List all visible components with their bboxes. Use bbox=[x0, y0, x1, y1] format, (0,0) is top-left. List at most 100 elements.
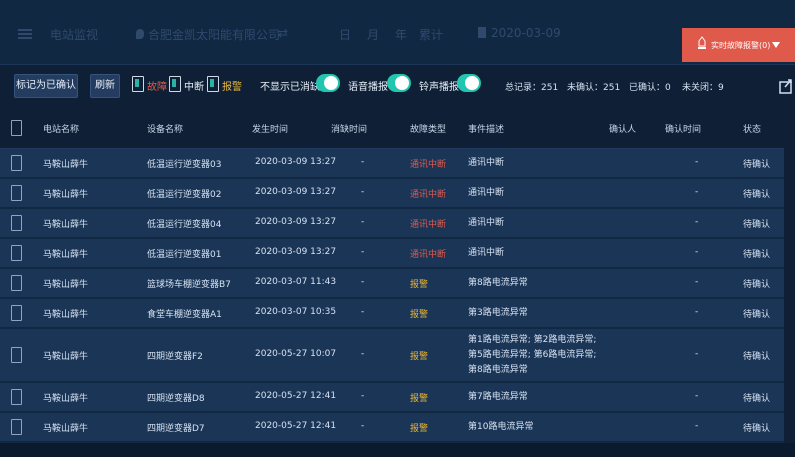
unconfirmed-count: 未确认：251 bbox=[567, 83, 621, 93]
swap-icon[interactable]: ⇄ bbox=[278, 26, 288, 40]
row-checkbox[interactable] bbox=[11, 185, 22, 201]
cell-fault-type: 通讯中断 bbox=[410, 190, 447, 200]
period-year[interactable]: 年 bbox=[395, 26, 407, 43]
chevron-down-icon bbox=[772, 42, 780, 48]
period-total[interactable]: 累计 bbox=[419, 26, 443, 43]
header-device[interactable]: 设备名称 bbox=[147, 122, 183, 135]
cell-station: 马鞍山薛牛 bbox=[43, 190, 89, 200]
cell-event-desc: 通讯中断 bbox=[468, 246, 504, 261]
row-checkbox[interactable] bbox=[11, 389, 22, 405]
unclosed-count: 未关闭：9 bbox=[682, 83, 724, 93]
header-status[interactable]: 状态 bbox=[743, 122, 761, 135]
period-day[interactable]: 日 bbox=[339, 26, 351, 43]
event-desc-line: 通讯中断 bbox=[468, 247, 505, 258]
event-desc-line: 第1路电流异常; 第2路电流异常; bbox=[468, 334, 597, 345]
alarm-checkbox[interactable] bbox=[207, 76, 219, 92]
cell-eliminate-time: - bbox=[361, 307, 365, 317]
cell-eliminate-time: - bbox=[361, 217, 365, 227]
select-all-checkbox[interactable] bbox=[11, 120, 22, 136]
sound-broadcast-label: 铃声播报 bbox=[419, 82, 459, 93]
table-row[interactable]: 马鞍山薛牛 篮球场车棚逆变器B7 2020-03-07 11:43 - 报警 - 待确认 第8… bbox=[0, 269, 784, 299]
event-desc-line: 第8路电流异常 bbox=[468, 364, 528, 375]
cell-event-desc: 第10路电流异常 bbox=[468, 420, 533, 435]
cell-time: 2020-03-09 13:27 bbox=[255, 157, 337, 167]
event-desc-line: 通讯中断 bbox=[468, 217, 505, 228]
row-checkbox[interactable] bbox=[11, 155, 22, 171]
cell-event-desc: 第8路电流异常 bbox=[468, 276, 528, 291]
voice-broadcast-toggle[interactable] bbox=[387, 74, 411, 92]
header-station[interactable]: 电站名称 bbox=[43, 122, 79, 135]
voice-broadcast-label: 语音播报 bbox=[348, 82, 388, 93]
cell-status: 待确认 bbox=[743, 424, 771, 434]
header-confirmer[interactable]: 确认人 bbox=[609, 122, 636, 135]
table-row[interactable]: 马鞍山薛牛 低温运行逆变器01 2020-03-09 13:27 - 通讯中断 - 待确认 通… bbox=[0, 239, 784, 269]
table-row[interactable]: 马鞍山薛牛 食堂车棚逆变器A1 2020-03-07 10:35 - 报警 - 待确认 第3路… bbox=[0, 299, 784, 329]
row-checkbox[interactable] bbox=[11, 275, 22, 291]
cell-time: 2020-05-27 12:41 bbox=[255, 421, 337, 431]
cell-fault-type: 通讯中断 bbox=[410, 220, 447, 230]
realtime-alarm-button[interactable]: 实时故障报警(0) bbox=[682, 28, 795, 62]
table-header: 电站名称 设备名称 发生时间 消缺时间 故障类型 事件描述 确认人 确认时间 状… bbox=[0, 106, 784, 149]
header-eliminate-time[interactable]: 消缺时间 bbox=[331, 122, 367, 135]
date-picker[interactable]: 2020-03-09 bbox=[478, 26, 561, 40]
header-time[interactable]: 发生时间 bbox=[252, 122, 288, 135]
cell-fault-type: 报警 bbox=[410, 424, 429, 434]
cell-fault-type: 通讯中断 bbox=[410, 250, 447, 260]
toolbar: 标记为已确认 刷新 故障 中断 报警 不显示已消缺 语音播报 铃声播报 总记录：… bbox=[0, 66, 795, 104]
table-row[interactable]: 马鞍山薛牛 四期逆变器D8 2020-05-27 12:41 - 报警 - 待确认 第7路电流… bbox=[0, 383, 784, 413]
cell-time: 2020-05-27 10:07 bbox=[255, 349, 337, 359]
alarm-bell-icon bbox=[698, 36, 706, 49]
header-event-desc[interactable]: 事件描述 bbox=[468, 122, 504, 135]
top-bar: 电站监视 合肥金凯太阳能有限公司 ⇄ 日 月 年 累计 2020-03-09 bbox=[0, 0, 795, 65]
cell-status: 待确认 bbox=[743, 160, 771, 170]
period-month[interactable]: 月 bbox=[367, 26, 379, 43]
cell-time: 2020-03-09 13:27 bbox=[255, 247, 337, 257]
table-body: 马鞍山薛牛 低温运行逆变器03 2020-03-09 13:27- 通讯中断 - 待确认通… bbox=[0, 149, 784, 443]
header-confirm-time[interactable]: 确认时间 bbox=[665, 122, 701, 135]
event-desc-line: 通讯中断 bbox=[468, 157, 505, 168]
fault-checkbox[interactable] bbox=[132, 76, 144, 92]
cell-fault-type: 报警 bbox=[410, 394, 429, 404]
alarm-legend-label: 报警 bbox=[222, 82, 242, 93]
mark-confirmed-button[interactable]: 标记为已确认 bbox=[14, 74, 78, 98]
cell-device: 低温运行逆变器02 bbox=[147, 190, 222, 200]
bottom-strip bbox=[0, 443, 795, 457]
cell-eliminate-time: - bbox=[361, 349, 365, 359]
cell-time: 2020-03-07 11:43 bbox=[255, 277, 337, 287]
cell-station: 马鞍山薛牛 bbox=[43, 280, 89, 290]
table-row[interactable]: 马鞍山薛牛 低温运行逆变器03 2020-03-09 13:27 - 通讯中断 - 待确认 通… bbox=[0, 149, 784, 179]
cell-device: 低温运行逆变器04 bbox=[147, 220, 222, 230]
row-checkbox[interactable] bbox=[11, 419, 22, 435]
cell-status: 待确认 bbox=[743, 190, 771, 200]
row-checkbox[interactable] bbox=[11, 245, 22, 261]
row-checkbox[interactable] bbox=[11, 305, 22, 321]
table-row[interactable]: 马鞍山薛牛 四期逆变器D7 2020-05-27 12:41 - 报警 - 待确认 第10路电… bbox=[0, 413, 784, 443]
cell-device: 篮球场车棚逆变器B7 bbox=[147, 280, 231, 290]
refresh-button[interactable]: 刷新 bbox=[90, 74, 120, 98]
header-fault-type[interactable]: 故障类型 bbox=[410, 122, 446, 135]
event-desc-line: 第5路电流异常; 第6路电流异常; bbox=[468, 349, 597, 360]
hide-eliminated-toggle[interactable] bbox=[316, 74, 340, 92]
table-row[interactable]: 马鞍山薛牛 低温运行逆变器02 2020-03-09 13:27 - 通讯中断 - 待确认 通… bbox=[0, 179, 784, 209]
interrupt-legend-label: 中断 bbox=[184, 82, 204, 93]
export-icon[interactable] bbox=[779, 78, 793, 94]
row-checkbox[interactable] bbox=[11, 215, 22, 231]
cell-status: 待确认 bbox=[743, 394, 771, 404]
cell-confirm-time: - bbox=[695, 421, 699, 431]
table-row[interactable]: 马鞍山薛牛 四期逆变器F2 2020-05-27 10:07 - 报警 - 待确认 第1路电流… bbox=[0, 329, 784, 383]
cell-eliminate-time: - bbox=[361, 247, 365, 257]
cell-fault-type: 通讯中断 bbox=[410, 160, 447, 170]
cell-event-desc: 通讯中断 bbox=[468, 216, 504, 231]
event-desc-line: 通讯中断 bbox=[468, 187, 505, 198]
row-checkbox[interactable] bbox=[11, 347, 22, 363]
cell-confirm-time: - bbox=[695, 349, 699, 359]
cell-confirm-time: - bbox=[695, 187, 699, 197]
company-selector[interactable]: 合肥金凯太阳能有限公司 bbox=[136, 26, 280, 43]
table-row[interactable]: 马鞍山薛牛 低温运行逆变器04 2020-03-09 13:27 - 通讯中断 - 待确认 通… bbox=[0, 209, 784, 239]
sound-broadcast-toggle[interactable] bbox=[457, 74, 481, 92]
cell-device: 四期逆变器D7 bbox=[147, 424, 205, 434]
menu-icon[interactable] bbox=[18, 29, 32, 39]
cell-station: 马鞍山薛牛 bbox=[43, 310, 89, 320]
interrupt-checkbox[interactable] bbox=[169, 76, 181, 92]
alarm-button-label: 实时故障报警(0) bbox=[711, 41, 771, 50]
